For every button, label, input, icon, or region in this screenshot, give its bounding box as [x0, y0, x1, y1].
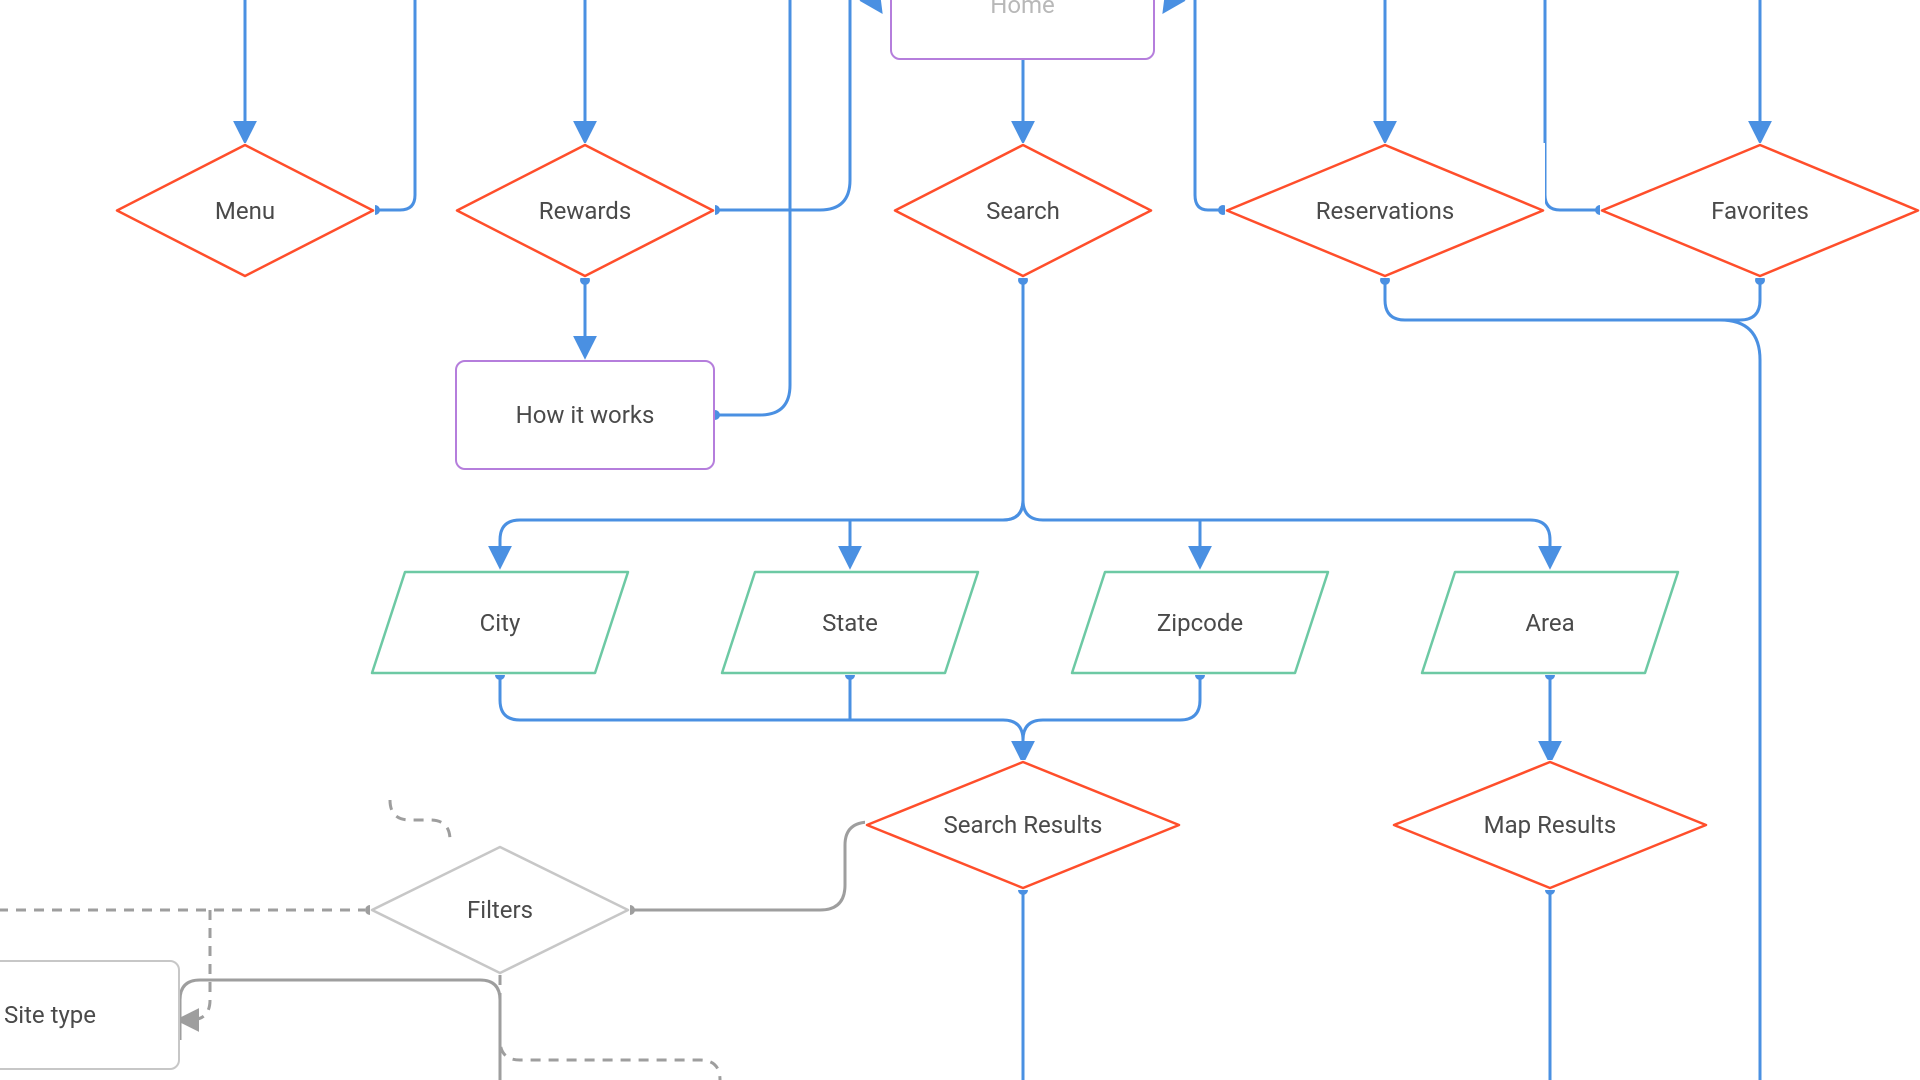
node-search-results-label: Search Results — [944, 811, 1103, 839]
node-how-it-works-label: How it works — [516, 401, 655, 429]
node-zipcode-label: Zipcode — [1157, 609, 1243, 637]
node-area-label: Area — [1525, 609, 1574, 637]
node-search[interactable]: Search — [893, 143, 1153, 278]
node-site-type[interactable]: Site type — [0, 960, 180, 1070]
node-menu-label: Menu — [215, 197, 275, 225]
node-home[interactable]: Home — [890, 0, 1155, 60]
node-zipcode[interactable]: Zipcode — [1070, 570, 1330, 675]
node-reservations-label: Reservations — [1316, 197, 1455, 225]
node-state[interactable]: State — [720, 570, 980, 675]
node-search-results[interactable]: Search Results — [865, 760, 1181, 890]
node-how-it-works[interactable]: How it works — [455, 360, 715, 470]
node-map-results[interactable]: Map Results — [1392, 760, 1708, 890]
node-city-label: City — [480, 609, 521, 637]
node-search-label: Search — [986, 197, 1060, 225]
node-filters[interactable]: Filters — [370, 845, 630, 975]
node-state-label: State — [822, 609, 878, 637]
node-site-type-label: Site type — [4, 1001, 96, 1029]
node-home-label: Home — [990, 0, 1055, 19]
node-favorites[interactable]: Favorites — [1600, 143, 1920, 278]
node-filters-label: Filters — [467, 896, 533, 924]
node-city[interactable]: City — [370, 570, 630, 675]
node-reservations[interactable]: Reservations — [1225, 143, 1545, 278]
node-area[interactable]: Area — [1420, 570, 1680, 675]
node-menu[interactable]: Menu — [115, 143, 375, 278]
node-favorites-label: Favorites — [1711, 197, 1809, 225]
node-map-results-label: Map Results — [1484, 811, 1617, 839]
node-rewards[interactable]: Rewards — [455, 143, 715, 278]
node-rewards-label: Rewards — [539, 197, 631, 225]
